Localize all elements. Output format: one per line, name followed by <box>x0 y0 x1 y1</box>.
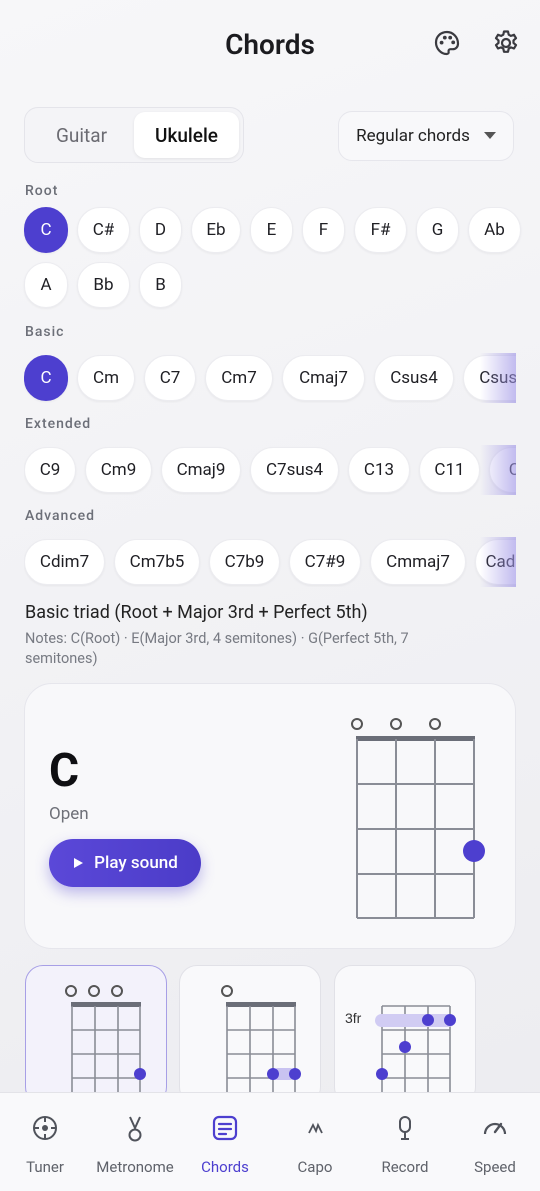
advanced-chip-row[interactable]: Cdim7 Cm7b5 C7b9 C7#9 Cmmaj7 Cadd9 <box>24 537 516 587</box>
nav-label: Metronome <box>96 1158 174 1176</box>
root-chip-row-1: C C# D Eb E F F# G Ab <box>24 207 521 253</box>
root-chip-row-2: A Bb B <box>24 262 182 308</box>
dropdown-arrow-icon <box>483 132 496 139</box>
nav-label: Chords <box>201 1158 249 1176</box>
instrument-toggle: Guitar Ukulele <box>24 107 244 163</box>
guitar-tab[interactable]: Guitar <box>29 112 134 158</box>
nav-tuner[interactable]: Tuner <box>0 1093 90 1191</box>
chord-chip[interactable]: C7 <box>144 355 196 401</box>
play-sound-button[interactable]: Play sound <box>49 839 201 887</box>
nav-metronome[interactable]: Metronome <box>90 1093 180 1191</box>
speed-icon <box>480 1113 510 1143</box>
ukulele-tab[interactable]: Ukulele <box>134 112 239 158</box>
chord-chip[interactable]: Csus4 <box>374 355 454 401</box>
extended-chip-row[interactable]: C9 Cm9 Cmaj9 C7sus4 C13 C11 C6 <box>24 445 516 495</box>
root-chip[interactable]: C <box>24 207 68 253</box>
root-chip[interactable]: C# <box>77 207 130 253</box>
root-chip[interactable]: A <box>24 262 68 308</box>
chord-name: C <box>49 744 80 798</box>
fret-label: 3fr <box>345 1010 362 1026</box>
nav-label: Speed <box>474 1158 516 1176</box>
chord-card: C Open Play sound <box>24 683 516 949</box>
root-chip[interactable]: Eb <box>191 207 241 253</box>
chord-chip[interactable]: Cm7b5 <box>114 539 200 585</box>
variant-card[interactable] <box>25 965 167 1105</box>
root-chip[interactable]: E <box>250 207 293 253</box>
variant-card[interactable] <box>179 965 321 1105</box>
chord-notes: Notes: C(Root) · E(Major 3rd, 4 semitone… <box>25 630 409 667</box>
nav-capo[interactable]: Capo <box>270 1093 360 1191</box>
root-chip[interactable]: F# <box>354 207 407 253</box>
tuner-icon <box>30 1113 60 1143</box>
chord-chip[interactable]: Csus2 <box>463 355 516 401</box>
advanced-chips: Cdim7 Cm7b5 C7b9 C7#9 Cmmaj7 Cadd9 <box>24 539 516 585</box>
variant-card[interactable]: 3fr <box>334 965 476 1105</box>
chord-chip[interactable]: C7#9 <box>289 539 361 585</box>
chord-chip[interactable]: C7sus4 <box>250 447 339 493</box>
chord-voicing: Open <box>49 804 89 824</box>
nav-label: Capo <box>297 1158 333 1176</box>
chord-chip[interactable]: C9 <box>24 447 76 493</box>
root-chip[interactable]: G <box>416 207 459 253</box>
chord-chip[interactable]: Cm9 <box>85 447 152 493</box>
chord-type-value: Regular chords <box>356 126 470 146</box>
nav-chords[interactable]: Chords <box>180 1093 270 1191</box>
nav-record[interactable]: Record <box>360 1093 450 1191</box>
variant-diagram <box>65 985 146 1104</box>
gear-icon[interactable] <box>491 28 521 58</box>
chord-chip[interactable]: C <box>24 355 68 401</box>
chord-chip[interactable]: C7b9 <box>209 539 280 585</box>
chord-chip[interactable]: Cm <box>77 355 135 401</box>
chord-chip[interactable]: C6 <box>489 447 516 493</box>
basic-chip-row[interactable]: C Cm C7 Cm7 Cmaj7 Csus4 Csus2 <box>24 353 516 403</box>
root-chip[interactable]: B <box>139 262 182 308</box>
chords-icon <box>210 1113 240 1143</box>
extended-label: Extended <box>25 416 92 432</box>
chords-screen: Chords Guitar Ukulele Regular chords Roo… <box>0 0 540 1191</box>
root-chip[interactable]: F <box>302 207 345 253</box>
chord-chip[interactable]: C13 <box>348 447 410 493</box>
chord-chip[interactable]: C11 <box>419 447 480 493</box>
extended-chips: C9 Cm9 Cmaj9 C7sus4 C13 C11 C6 <box>24 447 516 493</box>
root-chip[interactable]: D <box>139 207 182 253</box>
chord-chip[interactable]: Cm7 <box>205 355 273 401</box>
nav-speed[interactable]: Speed <box>450 1093 540 1191</box>
root-label: Root <box>25 183 59 199</box>
root-chip[interactable]: Ab <box>468 207 521 253</box>
chord-chip[interactable]: Cdim7 <box>24 539 105 585</box>
play-sound-label: Play sound <box>94 853 178 873</box>
capo-icon <box>300 1113 330 1143</box>
bottom-navigation: Tuner Metronome Chords Capo Record Speed <box>0 1092 540 1191</box>
root-chip[interactable]: Bb <box>77 262 130 308</box>
play-icon <box>74 858 84 868</box>
variant-diagram: 3fr <box>345 1005 456 1104</box>
variant-diagram <box>221 985 301 1104</box>
nav-label: Tuner <box>26 1158 64 1176</box>
chord-chip[interactable]: Cmaj9 <box>161 447 241 493</box>
nav-label: Record <box>381 1158 429 1176</box>
basic-chips: C Cm C7 Cm7 Cmaj7 Csus4 Csus2 <box>24 355 516 401</box>
header: Chords <box>0 0 540 88</box>
chord-chip[interactable]: Cmaj7 <box>282 355 365 401</box>
chord-type-dropdown[interactable]: Regular chords <box>338 111 514 161</box>
chord-chip[interactable]: Cadd9 <box>475 539 516 585</box>
advanced-label: Advanced <box>25 508 96 524</box>
basic-label: Basic <box>25 324 65 340</box>
metronome-icon <box>120 1113 150 1143</box>
chord-chip[interactable]: Cmmaj7 <box>370 539 466 585</box>
chord-description-title: Basic triad (Root + Major 3rd + Perfect … <box>25 602 368 623</box>
chord-diagram <box>351 718 485 919</box>
palette-icon[interactable] <box>432 28 462 58</box>
microphone-icon <box>390 1113 420 1143</box>
